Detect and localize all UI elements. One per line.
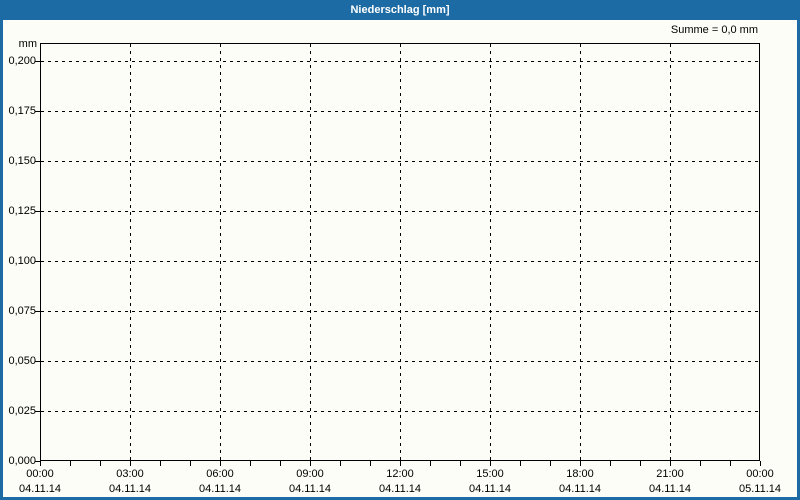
x-axis-date-label: 04.11.14 [468, 483, 511, 495]
y-axis-tick-label: 0,100 [8, 255, 36, 267]
y-axis-tick [35, 261, 40, 262]
y-axis-tick-label: 0,000 [8, 455, 36, 467]
gridline-vertical [490, 44, 491, 460]
y-axis-tick [35, 361, 40, 362]
y-axis-tick [35, 61, 40, 62]
x-axis-tick [130, 461, 131, 466]
x-axis-tick [40, 461, 41, 466]
y-axis-tick-label: 0,175 [8, 105, 36, 117]
x-axis-tick [220, 461, 221, 466]
y-axis-tick-label: 0,150 [8, 155, 36, 167]
x-axis-tick [730, 461, 731, 466]
x-axis-date-label: 04.11.14 [558, 483, 601, 495]
x-axis-tick [520, 461, 521, 466]
x-axis-date-label: 04.11.14 [18, 483, 61, 495]
x-axis-tick [370, 461, 371, 466]
x-axis-time-label: 00:00 [26, 468, 54, 480]
x-axis-tick [610, 461, 611, 466]
y-axis-tick [35, 411, 40, 412]
y-axis-tick-label: 0,125 [8, 205, 36, 217]
gridline-vertical [130, 44, 131, 460]
x-axis-date-label: 05.11.14 [738, 483, 781, 495]
y-axis-unit-label: mm [18, 38, 37, 50]
y-axis-tick-label: 0,025 [8, 405, 36, 417]
x-axis-tick [430, 461, 431, 466]
x-axis-time-label: 21:00 [656, 468, 684, 480]
x-axis-tick [760, 461, 761, 466]
x-axis-tick [100, 461, 101, 466]
x-axis-tick [310, 461, 311, 466]
x-axis-tick [490, 461, 491, 466]
x-axis-tick [280, 461, 281, 466]
x-axis-date-label: 04.11.14 [108, 483, 151, 495]
x-axis-time-label: 12:00 [386, 468, 414, 480]
chart-window: Niederschlag [mm] Summe = 0,0 mm mm 0,20… [0, 0, 800, 500]
x-axis-time-label: 15:00 [476, 468, 504, 480]
x-axis-tick [70, 461, 71, 466]
x-axis-tick [190, 461, 191, 466]
y-axis-tick [35, 111, 40, 112]
gridline-vertical [220, 44, 221, 460]
x-axis-tick [160, 461, 161, 466]
x-axis-date-label: 04.11.14 [648, 483, 691, 495]
chart-title-bar: Niederschlag [mm] [0, 0, 800, 20]
x-axis-tick [640, 461, 641, 466]
y-axis-tick-label: 0,200 [8, 55, 36, 67]
x-axis-date-label: 04.11.14 [288, 483, 331, 495]
gridline-vertical [670, 44, 671, 460]
x-axis-date-label: 04.11.14 [198, 483, 241, 495]
chart-title: Niederschlag [mm] [350, 4, 450, 16]
sum-annotation: Summe = 0,0 mm [670, 24, 758, 36]
gridline-vertical [310, 44, 311, 460]
x-axis-tick [250, 461, 251, 466]
y-axis-tick [35, 211, 40, 212]
x-axis-time-label: 03:00 [116, 468, 144, 480]
x-axis-tick [460, 461, 461, 466]
x-axis-time-label: 18:00 [566, 468, 594, 480]
y-axis-tick [35, 311, 40, 312]
x-axis-time-label: 00:00 [746, 468, 774, 480]
x-axis-tick [340, 461, 341, 466]
x-axis-tick [400, 461, 401, 466]
x-axis-tick [580, 461, 581, 466]
x-axis-tick [700, 461, 701, 466]
x-axis-time-label: 09:00 [296, 468, 324, 480]
gridline-vertical [400, 44, 401, 460]
y-axis-tick [35, 161, 40, 162]
x-axis-time-label: 06:00 [206, 468, 234, 480]
gridline-vertical [580, 44, 581, 460]
y-axis-tick-label: 0,050 [8, 355, 36, 367]
x-axis-date-label: 04.11.14 [378, 483, 421, 495]
x-axis-tick [550, 461, 551, 466]
x-axis-tick [670, 461, 671, 466]
y-axis-tick-label: 0,075 [8, 305, 36, 317]
